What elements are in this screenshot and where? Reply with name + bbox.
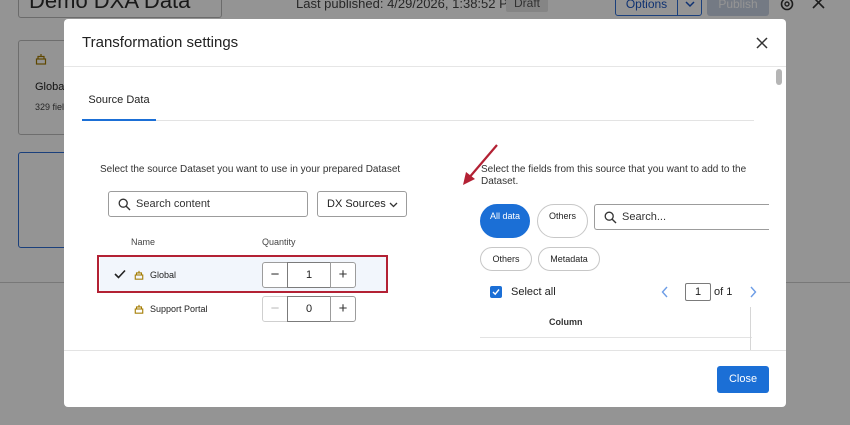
search-content-field[interactable] bbox=[108, 191, 308, 217]
modal-header: Transformation settings bbox=[64, 19, 786, 67]
dataset-icon bbox=[134, 304, 144, 314]
fields-instruction: Select the fields from this source that … bbox=[481, 164, 747, 187]
scrollbar[interactable] bbox=[774, 67, 786, 352]
dx-sources-value: DX Sources bbox=[327, 198, 386, 210]
search-content-input[interactable] bbox=[136, 196, 301, 212]
page-number-input[interactable]: 1 bbox=[685, 283, 711, 301]
table-border bbox=[750, 307, 751, 350]
source-row-label[interactable]: Support Portal bbox=[150, 304, 208, 314]
filter-chip-all-data[interactable]: All data bbox=[480, 204, 530, 238]
footer-divider bbox=[64, 350, 786, 351]
increment-button[interactable]: + bbox=[330, 296, 356, 322]
decrement-button[interactable]: − bbox=[262, 296, 288, 322]
annotation-highlight bbox=[97, 255, 388, 293]
close-button[interactable]: Close bbox=[717, 366, 769, 393]
transformation-settings-modal: Transformation settings Source Data Sele… bbox=[64, 19, 786, 407]
scrollbar-thumb[interactable] bbox=[776, 69, 782, 85]
search-icon bbox=[604, 211, 617, 224]
select-all-label: Select all bbox=[511, 286, 556, 298]
page-total: of 1 bbox=[714, 286, 733, 298]
tab-bar: Source Data bbox=[82, 67, 754, 121]
chevron-right-icon[interactable] bbox=[749, 286, 757, 298]
tab-source-data[interactable]: Source Data bbox=[82, 67, 156, 121]
search-fields-field[interactable] bbox=[594, 204, 769, 230]
table-divider bbox=[480, 337, 752, 338]
search-fields-input[interactable] bbox=[622, 209, 762, 225]
chevron-down-icon bbox=[389, 202, 398, 208]
chevron-left-icon[interactable] bbox=[661, 286, 669, 298]
dx-sources-select[interactable]: DX Sources bbox=[317, 191, 407, 217]
filter-chip-others[interactable]: Others bbox=[480, 247, 532, 271]
close-icon[interactable] bbox=[755, 36, 769, 50]
quantity-value[interactable]: 0 bbox=[287, 296, 331, 322]
modal-title: Transformation settings bbox=[82, 34, 239, 51]
column-header-column: Column bbox=[549, 317, 583, 327]
column-header-name: Name bbox=[131, 237, 156, 247]
filter-chip-metadata[interactable]: Metadata bbox=[538, 247, 600, 271]
select-all-checkbox[interactable] bbox=[490, 286, 502, 298]
quantity-stepper: − 0 + bbox=[262, 296, 356, 322]
checkmark-icon bbox=[492, 289, 500, 296]
column-header-quantity: Quantity bbox=[262, 237, 296, 247]
filter-chip-others[interactable]: Others bbox=[537, 204, 588, 238]
source-instruction: Select the source Dataset you want to us… bbox=[100, 164, 401, 175]
search-icon bbox=[118, 198, 131, 211]
